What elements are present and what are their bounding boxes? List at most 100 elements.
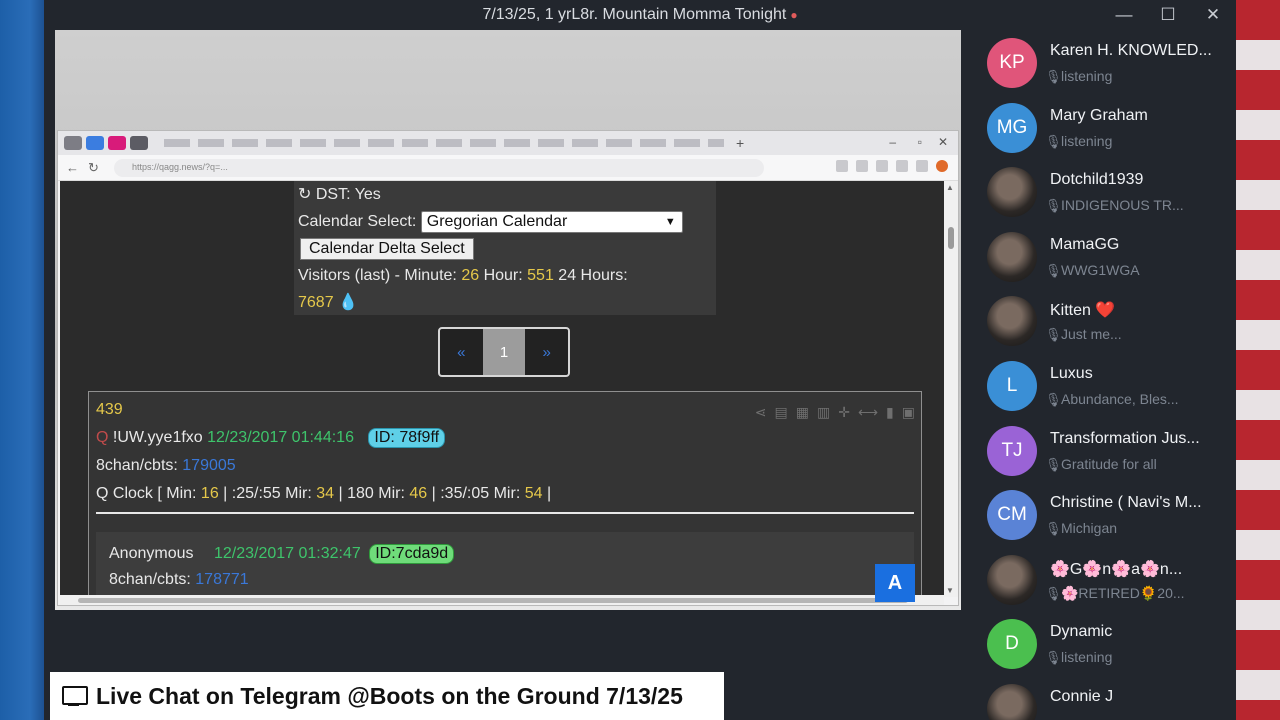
participant-name: MamaGG — [1050, 235, 1120, 253]
reply-post: Anonymous 12/23/2017 01:32:47 ID:7cda9d … — [96, 532, 914, 597]
browser-minimize-icon[interactable]: – — [889, 135, 896, 149]
avatar: L — [987, 361, 1037, 411]
post-source: 8chan/cbts: 179005 — [96, 457, 236, 474]
participant-item[interactable]: 🌸G🌸n🌸a🌸n... 🎙︎🌸RETIRED🌻20... — [975, 550, 1231, 610]
browser-tabs[interactable] — [164, 139, 724, 147]
avatar: MG — [987, 102, 1037, 153]
share-icon[interactable]: ⋖ — [755, 398, 767, 426]
tab-icon[interactable] — [130, 136, 148, 150]
post-source-link[interactable]: 179005 — [182, 457, 235, 474]
calendar-select-row: Calendar Select: Gregorian Calendar ▼ — [298, 208, 712, 235]
expand-icon[interactable]: ✛ — [838, 398, 850, 426]
new-tab-icon[interactable]: + — [736, 135, 744, 151]
droplet-icon: 💧 — [338, 294, 358, 311]
horizontal-scrollbar[interactable] — [60, 595, 944, 605]
avatar — [987, 167, 1037, 218]
avatar: TJ — [987, 425, 1037, 476]
post-toolbar: ⋖ ▤ ▦ ▥ ✛ ⟷ ▮ ▣ — [755, 398, 915, 426]
tab-icon[interactable] — [108, 136, 126, 150]
muted-mic-icon: 🎙︎ — [1045, 456, 1062, 472]
avatar: CM — [987, 490, 1037, 541]
muted-mic-icon: 🎙︎ — [1045, 392, 1062, 407]
shared-screen: + – ▫ ✕ ← ↻ https://qagg.news/?q=... ↻ D… — [55, 30, 961, 610]
close-button[interactable]: ✕ — [1200, 5, 1226, 25]
q-clock: Q Clock [ Min: 16 | :25/:55 Mir: 34 | 18… — [96, 485, 552, 502]
participant-name: Kitten ❤️ — [1050, 302, 1116, 320]
participant-item[interactable]: Kitten ❤️ 🎙︎Just me... — [975, 291, 1231, 351]
vertical-scrollbar[interactable]: ▲ ▼ — [944, 181, 958, 597]
scrollbar-thumb[interactable] — [78, 598, 908, 603]
reply-date: 12/23/2017 01:32:47 — [213, 545, 361, 562]
visitors-24h: 7687 — [298, 294, 334, 311]
reply-source-link[interactable]: 178771 — [195, 571, 248, 588]
participant-name: Dynamic — [1050, 623, 1113, 641]
link-icon[interactable]: ⟷ — [858, 398, 878, 426]
reply-author: Anonymous — [109, 545, 194, 562]
participant-name: Dotchild1939 — [1050, 171, 1144, 189]
post-author: !UW.yye1fxo — [112, 429, 203, 446]
minimize-button[interactable]: — — [1111, 5, 1137, 25]
extension-icon[interactable] — [836, 160, 848, 172]
avatar: KP — [987, 38, 1037, 88]
visitors-hour: 551 — [527, 267, 554, 284]
address-bar[interactable]: https://qagg.news/?q=... — [114, 159, 764, 177]
participant-name: 🌸G🌸n🌸a🌸n... — [1050, 560, 1183, 578]
participant-item[interactable]: Dotchild1939 🎙︎INDIGENOUS TR... — [975, 162, 1231, 222]
reload-icon: ↻ — [298, 186, 316, 203]
dst-line: ↻ DST: Yes — [298, 186, 381, 203]
q-icon: Q — [96, 429, 113, 446]
pagination-next[interactable]: » — [525, 329, 568, 375]
participant-status-text: INDIGENOUS TR... — [1061, 197, 1184, 214]
pagination-page-1[interactable]: 1 — [482, 329, 526, 375]
participants-list: KP Karen H. KNOWLED... 🎙︎listening MG Mary G… — [975, 30, 1231, 720]
save-icon[interactable]: ▣ — [902, 398, 915, 426]
muted-mic-icon: 🎙︎ — [1045, 262, 1062, 278]
calendar-delta-button[interactable]: Calendar Delta Select — [300, 238, 474, 260]
scroll-up-icon[interactable]: ▲ — [946, 183, 954, 192]
participant-item[interactable]: MamaGG 🎙︎WWG1WGA — [975, 227, 1231, 287]
participant-status-text: WWG1WGA — [1061, 261, 1140, 278]
muted-mic-icon: 🎙︎ — [1045, 327, 1062, 343]
avatar: D — [987, 619, 1037, 670]
pagination-prev[interactable]: « — [440, 329, 483, 375]
copy-icon[interactable]: ▤ — [775, 398, 788, 426]
calendar-select[interactable]: Gregorian Calendar ▼ — [420, 210, 683, 233]
extension-icon[interactable] — [916, 160, 928, 172]
translate-button[interactable]: A — [875, 564, 915, 602]
archive-icon[interactable]: ▮ — [886, 398, 894, 426]
reload-icon[interactable]: ↻ — [88, 160, 99, 176]
chevron-down-icon: ▼ — [664, 215, 676, 228]
participant-status: 🎙︎Gratitude for all — [1045, 456, 1215, 473]
scrollbar-thumb[interactable] — [948, 227, 954, 249]
participant-item[interactable]: TJ Transformation Jus... 🎙︎Gratitude for a… — [975, 421, 1231, 481]
browser-maximize-icon[interactable]: ▫ — [918, 135, 922, 149]
extension-icon[interactable] — [876, 160, 888, 172]
recording-dot-icon: ● — [790, 8, 798, 22]
participant-item[interactable]: D Dynamic 🎙︎listening — [975, 614, 1231, 674]
maximize-button[interactable]: ☐ — [1155, 5, 1181, 25]
extension-icon[interactable] — [856, 160, 868, 172]
star-icon[interactable] — [896, 160, 908, 172]
visitors-line: Visitors (last) - Minute: 26 Hour: 551 2… — [298, 267, 628, 284]
browser-menu-icon[interactable] — [936, 160, 948, 172]
back-icon[interactable]: ← — [66, 160, 79, 175]
window-title: 7/13/25, 1 yrL8r. Mountain Momma Tonight… — [44, 6, 1236, 24]
participant-item[interactable]: CM Christine ( Navi's M... 🎙︎Michigan — [975, 485, 1231, 545]
document-icon[interactable]: ▥ — [817, 398, 830, 426]
muted-mic-icon: 🎙︎ — [1045, 650, 1062, 666]
participant-name: Connie J — [1050, 688, 1114, 705]
participant-item[interactable]: Connie J — [975, 679, 1231, 720]
tab-icon[interactable] — [64, 136, 82, 150]
browser-close-icon[interactable]: ✕ — [938, 135, 948, 149]
image-icon[interactable]: ▦ — [796, 398, 809, 426]
participant-item[interactable]: MG Mary Graham 🎙︎listening — [975, 98, 1231, 158]
participant-status: 🎙︎INDIGENOUS TR... — [1045, 197, 1215, 214]
participant-item[interactable]: KP Karen H. KNOWLED... 🎙︎listening — [975, 33, 1231, 93]
post-card: ⋖ ▤ ▦ ▥ ✛ ⟷ ▮ ▣ 439 Q !UW.yye1fxo 12/23/… — [88, 391, 922, 597]
participant-name: Luxus — [1050, 365, 1093, 382]
participant-status-text: Michigan — [1061, 520, 1118, 537]
participant-item[interactable]: L Luxus 🎙︎Abundance, Bles... — [975, 356, 1231, 416]
scroll-down-icon[interactable]: ▼ — [946, 586, 954, 595]
tab-icon[interactable] — [86, 136, 104, 150]
post-header: Q !UW.yye1fxo 12/23/2017 01:44:16 ID: 78… — [96, 424, 914, 452]
